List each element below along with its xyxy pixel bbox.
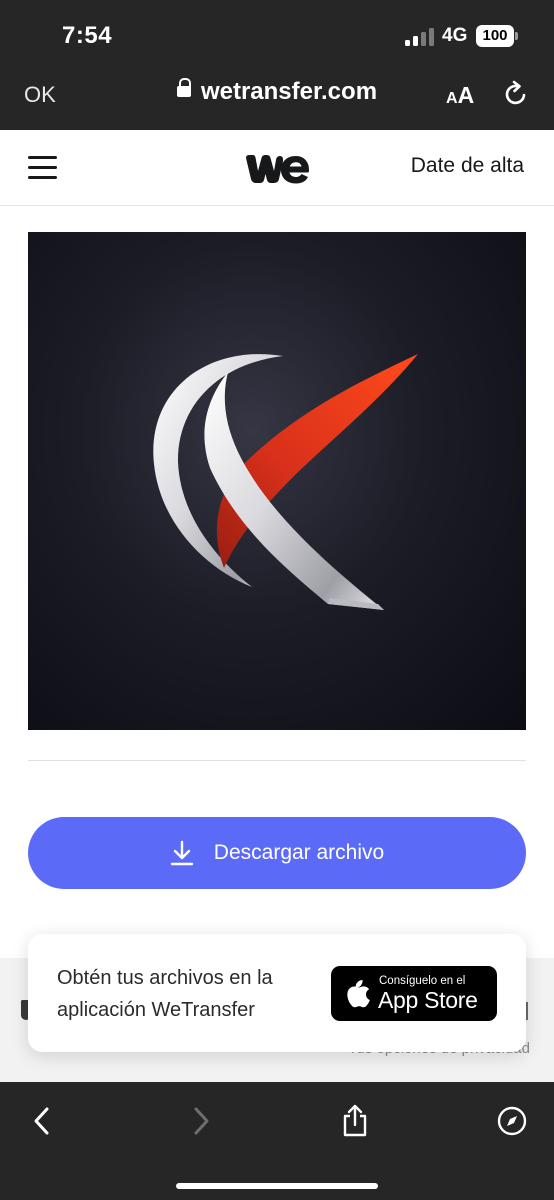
signal-icon [405, 28, 435, 46]
app-store-small-text: Consíguelo en el [379, 975, 466, 987]
app-store-big-text: App Store [378, 987, 478, 1013]
url-text: wetransfer.com [200, 78, 378, 105]
apple-icon [347, 980, 370, 1008]
reload-icon[interactable] [502, 80, 530, 108]
lock-icon [176, 78, 191, 100]
promo-text: Obtén tus archivos en la aplicación WeTr… [57, 967, 273, 1021]
download-label: Descargar archivo [213, 841, 385, 864]
signup-link[interactable]: Date de alta [411, 154, 524, 178]
home-indicator [176, 1183, 378, 1189]
divider [526, 1002, 528, 1020]
back-icon[interactable] [27, 1104, 57, 1138]
forward-icon[interactable] [186, 1104, 216, 1138]
file-preview-image [28, 232, 526, 730]
download-button[interactable]: Descargar archivo [28, 817, 526, 889]
text-size-button[interactable]: AA [446, 82, 474, 109]
network-type: 4G [442, 25, 468, 46]
divider [28, 760, 526, 761]
status-time: 7:54 [62, 22, 113, 49]
status-bar: 7:54 4G 100 [0, 0, 554, 70]
wetransfer-logo-icon[interactable] [244, 152, 310, 186]
share-icon[interactable] [340, 1104, 370, 1138]
battery-icon: 100 [476, 25, 518, 47]
compass-icon[interactable] [496, 1104, 528, 1138]
app-store-button[interactable]: Consíguelo en el App Store [331, 966, 497, 1021]
download-icon [170, 840, 193, 866]
site-header: Date de alta [0, 130, 554, 206]
k-logo-image [153, 354, 418, 610]
menu-icon[interactable] [28, 156, 58, 180]
app-promo-card: Obtén tus archivos en la aplicación WeTr… [28, 934, 526, 1052]
